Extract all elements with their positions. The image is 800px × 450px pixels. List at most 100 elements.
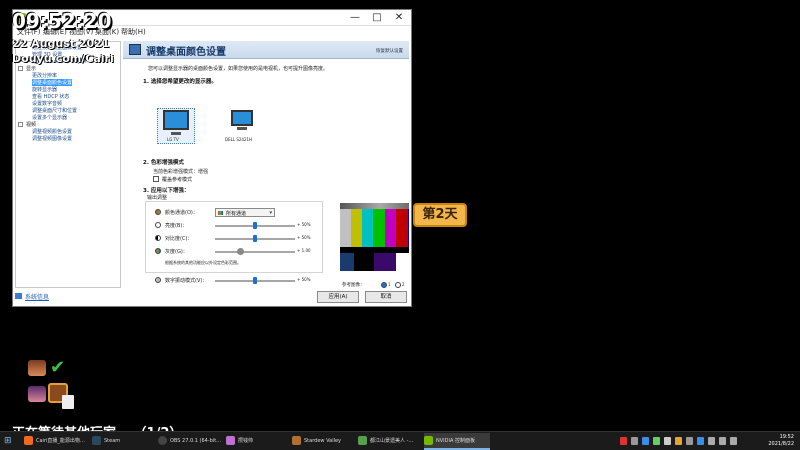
taskbar-label: 都江山景遗美人 -… [370,438,414,444]
tray-icon[interactable] [620,437,627,445]
monitor-icon-dell[interactable] [231,110,253,126]
expand-icon[interactable] [18,122,23,127]
tray-icon[interactable] [653,437,660,445]
color-bar [396,253,409,271]
taskbar-label: NVIDIA 控制面板 [436,438,475,444]
brightness-icon [155,222,161,228]
gamma-slider-thumb[interactable] [237,248,244,255]
gamma-icon [155,248,161,254]
maximize-button[interactable]: □ [369,11,385,24]
color-bar [340,209,351,247]
menu-help[interactable]: 帮助(H) [121,27,146,37]
tree-category-display[interactable]: 显示 [26,65,36,72]
player-avatar [28,360,46,376]
taskbar-label: 攒钱帅 [238,438,254,444]
color-channel-dropdown[interactable]: 所有通道 ▾ [215,208,275,217]
contrast-icon [155,235,161,241]
gamma-label: 灰度(G)： [165,249,188,255]
contrast-slider-thumb[interactable] [253,235,257,242]
gradient-strip [340,203,409,209]
taskbar-label: Steam [104,438,121,444]
vibrance-label: 数字振动模式(V)： [165,278,208,284]
color-channel-value: 所有通道 [226,211,247,217]
taskbar-item-obs[interactable]: OBS 27.0.1 (64-bit… [158,433,224,450]
tree-item-digital-audio[interactable]: 设置数字音频 [32,100,62,107]
ime-icon[interactable] [730,437,737,445]
color-bar [362,209,373,247]
vibrance-slider-thumb[interactable] [253,277,257,284]
section-apply-enhancements: 3. 应用以下增强： [143,188,190,194]
volume-icon[interactable] [719,437,726,445]
tree-item-desktop-color[interactable]: 调整桌面颜色设置 [32,79,73,86]
tray-icon[interactable] [675,437,682,445]
contrast-label: 对比度(C)： [165,236,193,242]
close-button[interactable]: ✕ [391,11,407,24]
windows-start-icon[interactable]: ⊞ [4,433,16,450]
color-bar [340,253,354,271]
restore-defaults-link[interactable]: 恢复默认设置 [376,48,403,54]
monitor-icon-lg-tv[interactable] [163,110,189,130]
output-adjust-label: 输出调整 [147,195,168,201]
tree-item-multi-display[interactable]: 设置多个显示器 [32,114,67,121]
panel-header: 调整桌面颜色设置 恢复默认设置 [123,41,409,59]
tree-item-resolution[interactable]: 更改分辨率 [32,72,57,79]
taskbar-item-stardew[interactable]: Stardew Valley [292,433,356,450]
monitor-label-dell: DELL S2421H [225,137,253,142]
reference-radio-1-label: 1 [388,282,391,287]
tree-item-rotate[interactable]: 旋转显示器 [32,86,57,93]
stream-date: 22 August 2021 [12,37,110,50]
reference-radio-1[interactable] [381,282,387,288]
taskbar-item-nvidia[interactable]: NVIDIA 控制面板 [424,433,490,450]
taskbar-label: Stardew Valley [304,438,342,444]
taskbar-item-steam[interactable]: Steam [92,433,156,450]
system-info-link[interactable]: 系统信息 [25,292,49,301]
adjustment-note: 根据系统的其他功能应以外设定色彩范围。 [165,260,241,265]
section-select-display: 1. 选择您希望更改的显示器。 [143,79,217,85]
app-icon [226,436,235,445]
taskbar-date: 2021/8/22 [768,441,794,447]
reference-image-label: 参考图像： [342,283,365,288]
tree-category-video[interactable]: 视频 [26,121,36,128]
reference-radio-2-label: 2 [402,282,405,287]
taskbar-item-app[interactable]: 攒钱帅 [226,433,290,450]
current-mode-text: 当前色彩增强模式：增强 [153,169,209,175]
note-icon [62,395,74,409]
reference-mode-checkbox[interactable] [153,176,159,182]
brightness-label: 亮度(B)： [165,223,188,229]
color-channel-label: 颜色通道(O)： [165,210,198,216]
player-avatar [28,386,46,402]
tree-item-hdcp[interactable]: 查看 HDCP 状态 [32,93,69,100]
minimize-button[interactable]: — [347,11,363,24]
color-bar [396,209,408,247]
color-bar [373,209,385,247]
tray-icon[interactable] [642,437,649,445]
monitor-stand [171,132,181,135]
vibrance-value: + 50% [297,277,311,282]
steam-icon [92,436,101,445]
expand-icon[interactable] [18,66,23,71]
reference-mode-label: 覆盖参考模式 [162,177,193,183]
color-bar [408,209,409,247]
tree-item-video-image[interactable]: 调整视频图像设置 [32,135,72,142]
reference-radio-2[interactable] [395,282,401,288]
contrast-value: + 50% [297,235,311,240]
taskbar-item-browser[interactable]: Cairi直播_能源出物… [24,433,90,450]
page-title: 调整桌面颜色设置 [146,47,226,58]
brightness-value: + 50% [297,222,311,227]
settings-panel: 调整桌面颜色设置 恢复默认设置 您可以调整显示器的桌面颜色设置，如果您使用的是电… [123,41,409,288]
tray-icon[interactable] [697,437,704,445]
brightness-slider-thumb[interactable] [253,222,257,229]
cancel-button[interactable]: 取消 [365,291,407,303]
tray-icon[interactable] [686,437,693,445]
tray-icon[interactable] [664,437,671,445]
tree-item-desktop-size[interactable]: 调整桌面尺寸和位置 [32,107,77,114]
gamma-slider[interactable] [215,251,295,253]
taskbar-label: OBS 27.0.1 (64-bit… [170,438,222,444]
tree-item-video-color[interactable]: 调整视频颜色设置 [32,128,72,135]
chevron-down-icon: ▾ [269,210,272,216]
network-icon[interactable] [708,437,715,445]
taskbar-clock[interactable]: 19:52 2021/8/22 [768,434,794,448]
taskbar-item-browser-2[interactable]: 都江山景遗美人 -… [358,433,422,450]
tray-icon[interactable] [631,437,638,445]
apply-button[interactable]: 应用(A) [317,291,359,303]
